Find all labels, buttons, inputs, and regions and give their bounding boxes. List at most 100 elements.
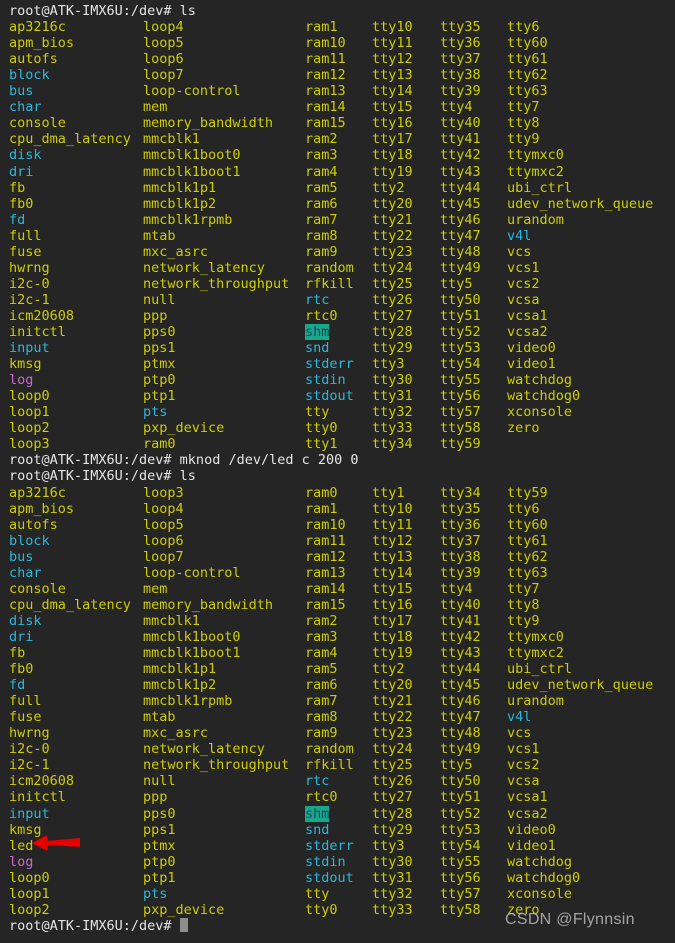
ls-entry: tty17 — [372, 131, 413, 148]
ls-entry: tty16 — [372, 115, 413, 132]
ls-output-row: icm20608 ppp rtc0 tty27 tty51 vcsa1 — [0, 308, 675, 324]
ls-entry: udev_network_queue — [507, 195, 654, 212]
ls-entry: tty34 — [372, 436, 413, 453]
ls-entry: ram13 — [305, 83, 346, 100]
ls-entry: tty35 — [440, 19, 481, 36]
ls-entry: tty51 — [440, 789, 481, 806]
ls-entry: tty13 — [372, 67, 413, 84]
ls-entry: ram5 — [305, 179, 338, 196]
ls-entry: tty30 — [372, 372, 413, 389]
ls-entry: tty61 — [507, 51, 548, 68]
ls-entry: ram2 — [305, 612, 338, 629]
ls-entry: loop6 — [143, 51, 184, 68]
ls-entry: ram14 — [305, 99, 346, 116]
ls-entry: tty37 — [440, 51, 481, 68]
ls-entry: tty55 — [440, 372, 481, 389]
ls-entry: tty14 — [372, 564, 413, 581]
ls-entry: tty31 — [372, 869, 413, 886]
ls-entry: zero — [507, 420, 540, 437]
ls-entry: loop2 — [9, 901, 50, 918]
ls-entry: tty20 — [372, 677, 413, 694]
ls-entry: ram12 — [305, 548, 346, 565]
ls-entry: tty18 — [372, 147, 413, 164]
ls-entry: i2c-0 — [9, 275, 50, 292]
ls-entry: video0 — [507, 821, 556, 838]
ls-entry: tty36 — [440, 35, 481, 52]
ls-entry: tty39 — [440, 564, 481, 581]
ls-entry: loop5 — [143, 516, 184, 533]
ls-entry: tty9 — [507, 612, 540, 629]
ls-entry: ubi_ctrl — [507, 661, 573, 678]
ls-entry: rtc0 — [305, 789, 338, 806]
ls-entry: tty26 — [372, 773, 413, 790]
ls-entry: loop0 — [9, 869, 50, 886]
ls-entry: bus — [9, 83, 34, 100]
ls-output-row: full mtab ram8 tty22 tty47 v4l — [0, 228, 675, 244]
ls-entry: tty25 — [372, 757, 413, 774]
ls-entry: shm — [305, 805, 330, 822]
ls-entry: tty48 — [440, 725, 481, 742]
ls-entry: loop3 — [143, 484, 184, 501]
ls-entry: ppp — [143, 307, 168, 324]
ls-output-row: ap3216c loop3 ram0 tty1 tty34 tty59 — [0, 485, 675, 501]
ls-entry: network_throughput — [143, 757, 290, 774]
ls-entry: urandom — [507, 211, 564, 228]
ls-entry: tty38 — [440, 548, 481, 565]
ls-entry: ptmx — [143, 356, 176, 373]
shell-prompt-mknod[interactable]: root@ATK-IMX6U:/dev# mknod /dev/led c 20… — [9, 452, 359, 468]
ls-output-row: hwrng mxc_asrc ram9 tty23 tty48 vcs — [0, 725, 675, 741]
ls-entry: video1 — [507, 837, 556, 854]
ls-entry: cpu_dma_latency — [9, 131, 131, 148]
ls-entry: fb0 — [9, 195, 34, 212]
ls-entry: network_throughput — [143, 275, 290, 292]
ls-entry: ptp0 — [143, 853, 176, 870]
ls-entry: tty55 — [440, 853, 481, 870]
ls-entry: tty16 — [372, 596, 413, 613]
ls-entry: tty61 — [507, 532, 548, 549]
ls-entry: v4l — [507, 227, 532, 244]
ls-entry: mtab — [143, 227, 176, 244]
ls-output-row: ap3216c loop4 ram1 tty10 tty35 tty6 — [0, 19, 675, 35]
ls-entry: loop3 — [9, 436, 50, 453]
ls-entry: tty43 — [440, 163, 481, 180]
ls-output-row: autofs loop5 ram10 tty11 tty36 tty60 — [0, 517, 675, 533]
ls-entry: vcsa2 — [507, 324, 548, 340]
ls-entry: input — [9, 340, 50, 357]
ls-entry: tty37 — [440, 532, 481, 549]
ls-entry: mmcblk1boot1 — [143, 645, 241, 661]
ls-entry: vcs — [507, 725, 532, 742]
ls-entry: ttymxc0 — [507, 147, 564, 164]
ls-entry: xconsole — [507, 885, 573, 902]
ls-output-row: dri mmcblk1boot0 ram3 tty18 tty42 ttymxc0 — [0, 629, 675, 645]
ls-entry: tty23 — [372, 725, 413, 742]
ls-entry: rtc0 — [305, 307, 338, 324]
ls-entry: tty49 — [440, 741, 481, 758]
ls-entry: i2c-1 — [9, 291, 50, 308]
ls-entry: full — [9, 693, 42, 710]
shell-prompt-ls_2[interactable]: root@ATK-IMX6U:/dev# ls — [9, 468, 196, 484]
ls-entry: ap3216c — [9, 19, 66, 36]
ls-entry: null — [143, 773, 176, 790]
ls-output-row: fb0 mmcblk1p1 ram5 tty2 tty44 ubi_ctrl — [0, 661, 675, 677]
ls-output-row: loop2 pxp_device tty0 tty33 tty58 zero — [0, 420, 675, 436]
ls-entry: tty60 — [507, 516, 548, 533]
shell-prompt-final[interactable]: root@ATK-IMX6U:/dev# — [9, 917, 188, 934]
ls-entry: v4l — [507, 709, 532, 726]
ls-entry: stdin — [305, 853, 346, 870]
ls-entry: pps1 — [143, 821, 176, 838]
ls-entry: tty60 — [507, 35, 548, 52]
ls-entry: tty28 — [372, 324, 413, 340]
prompt-text: root@ATK-IMX6U:/dev# mknod /dev/led c 20… — [9, 452, 359, 469]
terminal-window[interactable]: root@ATK-IMX6U:/dev# ls ap3216c loop4 ram1 t… — [0, 0, 675, 943]
ls-entry: loop0 — [9, 388, 50, 405]
shell-prompt-ls_1[interactable]: root@ATK-IMX6U:/dev# ls — [9, 3, 196, 19]
ls-entry: vcsa — [507, 773, 540, 790]
ls-output-row: initctl pps0 shm tty28 tty52 vcsa2 — [0, 324, 675, 341]
ls-entry: null — [143, 291, 176, 308]
ls-entry: rfkill — [305, 757, 354, 774]
ls-entry: hwrng — [9, 725, 50, 742]
ls-entry: memory_bandwidth — [143, 596, 274, 613]
ls-entry: mmcblk1boot0 — [143, 147, 241, 164]
ls-entry: mmcblk1p2 — [143, 195, 217, 212]
ls-entry: mtab — [143, 709, 176, 726]
